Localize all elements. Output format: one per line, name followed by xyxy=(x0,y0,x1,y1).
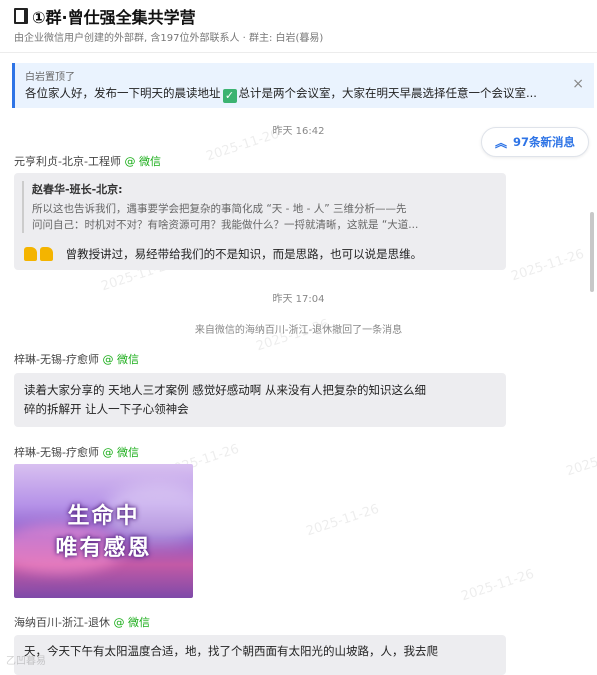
watermark: 2025-11-26 xyxy=(459,566,537,605)
image-message[interactable]: 生命中 唯有感恩 xyxy=(14,464,193,598)
message-sender[interactable]: 梓琳-无锡-疗愈师 @ 微信 xyxy=(14,351,139,367)
book-icon xyxy=(14,8,28,24)
message-bubble[interactable]: 读着大家分享的 天地人三才案例 感觉好感动啊 从来没有人把复杂的知识这么细 碎的… xyxy=(14,373,506,427)
message-sender[interactable]: 海纳百川-浙江-退休 @ 微信 xyxy=(14,614,150,630)
message-bubble[interactable]: 天，今天下午有太阳温度合适，地，找了个朝西面有太阳光的山坡路，人，我去爬 xyxy=(14,635,506,675)
check-icon: ✓ xyxy=(222,89,237,103)
new-messages-label: 97条新消息 xyxy=(513,135,576,149)
message-text: 碎的拆解开 让人一下子心领神会 xyxy=(24,402,189,416)
close-icon[interactable]: × xyxy=(572,76,584,92)
double-chevron-up-icon: ︽ xyxy=(494,135,507,150)
message-text: 曾教授讲过，易经带给我们的不是知识，而是思路，也可以说是思维。 xyxy=(65,247,423,261)
message-text: 天，今天下午有太阳温度合适，地，找了个朝西面有太阳光的山坡路，人，我去爬 xyxy=(24,644,438,658)
message-bubble[interactable]: 赵春华-班长-北京: 所以这也告诉我们，遇事要学会把复杂的事简化成 “天 - 地… xyxy=(14,173,506,270)
message-text: 读着大家分享的 天地人三才案例 感觉好感动啊 从来没有人把复杂的知识这么细 xyxy=(24,383,426,397)
chat-header: ①群·曾仕强全集共学营 由企业微信用户创建的外部群, 含197位外部联系人 · … xyxy=(0,0,597,53)
recall-notice: 来自微信的海纳百川-浙江-退休撤回了一条消息 xyxy=(194,325,403,336)
watermark: 2025-11-26 xyxy=(304,501,382,540)
quoted-message[interactable]: 赵春华-班长-北京: 所以这也告诉我们，遇事要学会把复杂的事简化成 “天 - 地… xyxy=(22,181,498,233)
scrollbar[interactable] xyxy=(590,212,594,292)
title-row: ①群·曾仕强全集共学营 xyxy=(14,4,196,28)
watermark: 2025-11-26 xyxy=(564,441,597,480)
pinned-label: 白岩置顶了 xyxy=(25,72,75,83)
quote-text: 所以这也告诉我们，遇事要学会把复杂的事简化成 “天 - 地 - 人” 三维分析—… xyxy=(32,203,419,231)
group-subtitle: 由企业微信用户创建的外部群, 含197位外部联系人 · 群主: 白岩(暮易) xyxy=(14,33,324,44)
thumbs-up-icon xyxy=(24,247,37,261)
pinned-message[interactable]: 白岩置顶了 各位家人好，发布一下明天的晨读地址 ✓ 总计是两个会议室，大家在明天早晨… xyxy=(12,63,594,108)
pinned-text: 各位家人好，发布一下明天的晨读地址 ✓ 总计是两个会议室，大家在明天早晨选择任意一个… xyxy=(25,86,537,103)
message-sender[interactable]: 梓琳-无锡-疗愈师 @ 微信 xyxy=(14,444,139,460)
timestamp: 昨天 17:04 xyxy=(272,294,325,305)
image-text: 唯有感恩 xyxy=(55,535,152,561)
quote-author: 赵春华-班长-北京: xyxy=(32,183,123,196)
thumbs-up-icon xyxy=(40,247,53,261)
new-messages-button[interactable]: ︽ 97条新消息 xyxy=(481,127,589,157)
name-watermark: 乙凹暮易 xyxy=(6,656,46,667)
image-text: 生命中 xyxy=(67,503,140,529)
chat-area[interactable]: 2025-11-26 2025-11-26 2025-11-26 2025-11… xyxy=(0,108,597,675)
message-sender[interactable]: 元亨利贞-北京-工程师 @ 微信 xyxy=(14,153,161,169)
group-title[interactable]: ①群·曾仕强全集共学营 xyxy=(32,4,196,28)
message-text-row: 曾教授讲过，易经带给我们的不是知识，而是思路，也可以说是思维。 xyxy=(24,246,422,262)
watermark: 2025-11-26 xyxy=(509,246,587,285)
